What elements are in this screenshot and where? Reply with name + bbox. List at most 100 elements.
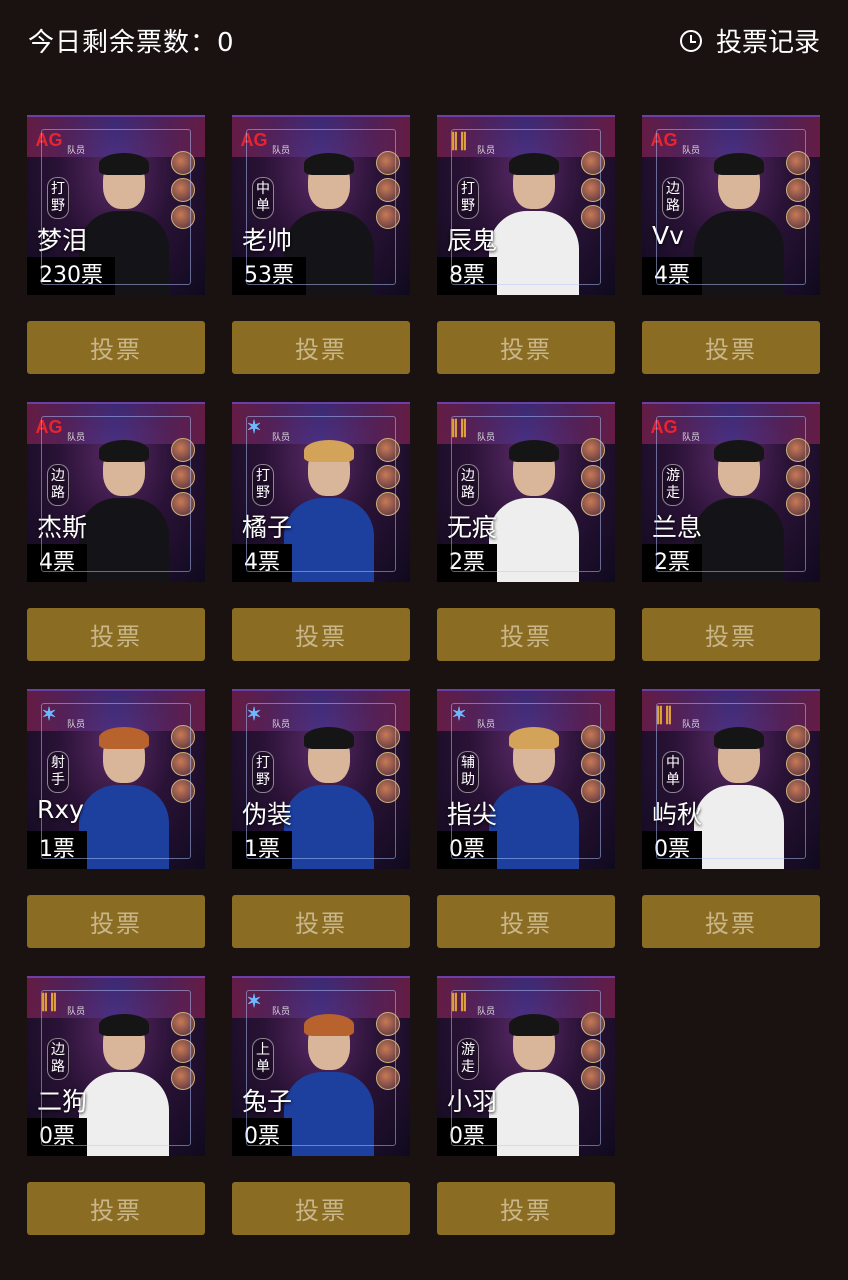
team-logo-estar-icon: ∥∥	[450, 417, 468, 437]
position-label: 边路	[662, 177, 684, 219]
team-logo-hero-icon: ✶	[246, 991, 262, 1011]
hero-icons	[376, 151, 400, 232]
player-card[interactable]: ∥∥ 队员 边路 无痕 2票	[437, 402, 615, 582]
player-hair	[509, 1014, 559, 1036]
player-name: 橘子	[242, 513, 293, 542]
player-photo	[489, 1014, 579, 1156]
player-card[interactable]: ✶ 队员 打野 伪装 1票	[232, 689, 410, 869]
player-photo	[79, 440, 169, 582]
player-cell-0: AG 队员 打野 梦泪 230票 投票	[27, 115, 205, 402]
hero-avatar-icon	[171, 205, 195, 229]
hero-icons	[786, 438, 810, 519]
team-logo-ag-icon: AG	[240, 130, 268, 150]
player-cell-12: ∥∥ 队员 边路 二狗 0票 投票	[27, 976, 205, 1263]
vote-button[interactable]: 投票	[27, 608, 205, 661]
position-label: 打野	[47, 177, 69, 219]
vote-button[interactable]: 投票	[27, 321, 205, 374]
hero-avatar-icon	[786, 205, 810, 229]
hero-avatar-icon	[786, 752, 810, 776]
player-photo	[694, 440, 784, 582]
position-label: 边路	[47, 1038, 69, 1080]
player-name: 指尖	[447, 800, 498, 829]
player-hair	[304, 727, 354, 749]
player-cell-2: ∥∥ 队员 打野 辰鬼 8票 投票	[437, 115, 615, 402]
position-label: 上单	[252, 1038, 274, 1080]
vote-button[interactable]: 投票	[642, 895, 820, 948]
player-name: 辰鬼	[447, 226, 498, 255]
hero-icons	[171, 725, 195, 806]
player-name: Vv	[652, 221, 684, 250]
vote-button[interactable]: 投票	[27, 895, 205, 948]
player-jersey	[489, 498, 579, 582]
hero-icons	[171, 151, 195, 232]
player-card[interactable]: ✶ 队员 上单 兔子 0票	[232, 976, 410, 1156]
vote-count-badge: 8票	[437, 257, 497, 295]
vote-record-button[interactable]: 投票记录	[679, 22, 820, 59]
player-jersey	[489, 1072, 579, 1156]
player-cell-1: AG 队员 中单 老帅 53票 投票	[232, 115, 410, 402]
player-hair	[304, 440, 354, 462]
player-hair	[304, 1014, 354, 1036]
player-hair	[714, 440, 764, 462]
player-card[interactable]: ✶ 队员 射手 Rxy 1票	[27, 689, 205, 869]
vote-button[interactable]: 投票	[437, 895, 615, 948]
player-card[interactable]: AG 队员 打野 梦泪 230票	[27, 115, 205, 295]
player-card[interactable]: ∥∥ 队员 边路 二狗 0票	[27, 976, 205, 1156]
hero-avatar-icon	[171, 779, 195, 803]
player-hair	[304, 153, 354, 175]
hero-avatar-icon	[171, 438, 195, 462]
vote-count-badge: 0票	[437, 831, 497, 869]
player-hair	[714, 727, 764, 749]
hero-avatar-icon	[581, 151, 605, 175]
hero-avatar-icon	[786, 465, 810, 489]
player-name: 屿秋	[652, 800, 703, 829]
vote-button[interactable]: 投票	[437, 1182, 615, 1235]
hero-icons	[786, 151, 810, 232]
player-card[interactable]: ✶ 队员 辅助 指尖 0票	[437, 689, 615, 869]
clock-icon	[679, 29, 702, 52]
player-card[interactable]: AG 队员 游走 兰息 2票	[642, 402, 820, 582]
vote-button[interactable]: 投票	[642, 608, 820, 661]
position-label: 射手	[47, 751, 69, 793]
vote-button[interactable]: 投票	[232, 895, 410, 948]
player-hair	[99, 153, 149, 175]
player-name: 兰息	[652, 513, 703, 542]
player-jersey	[694, 211, 784, 295]
player-card[interactable]: ∥∥ 队员 中单 屿秋 0票	[642, 689, 820, 869]
vote-button[interactable]: 投票	[642, 321, 820, 374]
hero-icons	[581, 438, 605, 519]
vote-button[interactable]: 投票	[437, 608, 615, 661]
player-card[interactable]: AG 队员 中单 老帅 53票	[232, 115, 410, 295]
vote-button[interactable]: 投票	[27, 1182, 205, 1235]
player-card[interactable]: ∥∥ 队员 游走 小羽 0票	[437, 976, 615, 1156]
hero-avatar-icon	[171, 492, 195, 516]
player-card[interactable]: AG 队员 边路 Vv 4票	[642, 115, 820, 295]
hero-icons	[581, 725, 605, 806]
hero-avatar-icon	[376, 151, 400, 175]
vote-count-badge: 4票	[232, 544, 292, 582]
hero-avatar-icon	[171, 725, 195, 749]
vote-button[interactable]: 投票	[232, 1182, 410, 1235]
hero-avatar-icon	[376, 438, 400, 462]
vote-count-badge: 230票	[27, 257, 115, 295]
hero-icons	[581, 1012, 605, 1093]
vote-button[interactable]: 投票	[437, 321, 615, 374]
vote-button[interactable]: 投票	[232, 608, 410, 661]
hero-avatar-icon	[376, 752, 400, 776]
vote-count-badge: 4票	[27, 544, 87, 582]
position-label: 边路	[457, 464, 479, 506]
player-card[interactable]: ∥∥ 队员 打野 辰鬼 8票	[437, 115, 615, 295]
player-jersey	[694, 498, 784, 582]
player-card[interactable]: ✶ 队员 打野 橘子 4票	[232, 402, 410, 582]
hero-avatar-icon	[581, 492, 605, 516]
vote-button[interactable]: 投票	[232, 321, 410, 374]
hero-avatar-icon	[581, 725, 605, 749]
hero-icons	[376, 438, 400, 519]
player-name: 兔子	[242, 1087, 293, 1116]
team-logo-ag-icon: AG	[35, 130, 63, 150]
hero-icons	[171, 438, 195, 519]
vote-count-badge: 53票	[232, 257, 306, 295]
player-card[interactable]: AG 队员 边路 杰斯 4票	[27, 402, 205, 582]
position-label: 游走	[662, 464, 684, 506]
vote-count-badge: 0票	[232, 1118, 292, 1156]
